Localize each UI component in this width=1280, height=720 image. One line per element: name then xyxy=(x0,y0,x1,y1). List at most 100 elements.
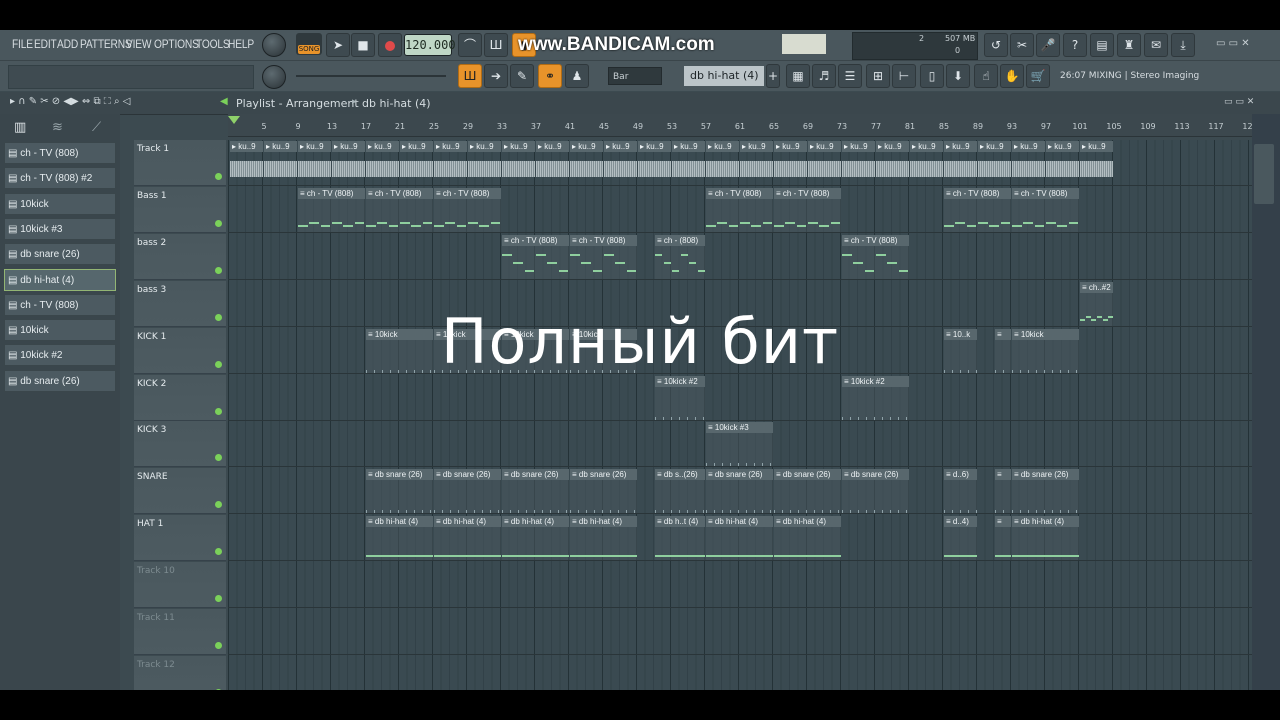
playlist-clip[interactable]: ≡ ch - TV (808) xyxy=(774,187,841,232)
undo-icon[interactable]: ↺ xyxy=(984,33,1008,57)
window-controls[interactable]: ▭ ▭ ✕ xyxy=(1216,38,1250,49)
playlist-clip[interactable]: ▸ ku..9 xyxy=(366,141,399,185)
play-button[interactable]: ➤ xyxy=(326,33,350,57)
menu-options[interactable]: OPTIONS xyxy=(154,37,199,51)
playlist-clip[interactable]: ≡ 10kick #2 xyxy=(655,375,705,420)
channel-rack-icon[interactable]: ☰ xyxy=(838,64,862,88)
playlist-clip[interactable]: ≡ db snare (26) xyxy=(1012,469,1079,514)
automation-icon[interactable]: ⟋ xyxy=(92,120,101,135)
playlist-clip[interactable]: ▸ ku..9 xyxy=(332,141,365,185)
track-mute-led[interactable] xyxy=(215,313,222,321)
playlist-clip[interactable]: ≡ 10..k xyxy=(944,328,977,373)
playlist-clip[interactable]: ≡ 10kick #3 xyxy=(706,422,773,467)
playlist-clip[interactable]: ≡ db snare (26) xyxy=(570,469,637,514)
track-mute-led[interactable] xyxy=(215,642,222,649)
pattern-selector[interactable]: db hi-hat (4) xyxy=(684,66,764,86)
master-pitch-knob[interactable] xyxy=(262,65,286,89)
playlist-clip[interactable]: ▸ ku..9 xyxy=(740,141,773,185)
playlist-clip[interactable]: ▸ ku..9 xyxy=(808,141,841,185)
playlist-clip[interactable]: ≡ ch - TV (808) xyxy=(706,187,773,232)
draw-icon[interactable]: ✎ xyxy=(510,64,534,88)
track-mute-led[interactable] xyxy=(215,688,222,690)
track-header[interactable]: bass 3 xyxy=(134,280,226,327)
playlist-clip[interactable]: ▸ ku..9 xyxy=(502,141,535,185)
vertical-scrollbar[interactable] xyxy=(1252,114,1280,690)
playlist-clip[interactable]: ≡ ch - TV (808) xyxy=(366,187,433,232)
pattern-item[interactable]: ▤ ch - TV (808) xyxy=(4,142,116,164)
track-lane[interactable] xyxy=(228,609,1252,655)
playlist-clip[interactable]: ≡ 10kick xyxy=(1012,328,1079,373)
playlist-clip[interactable]: ▸ ku..9 xyxy=(264,141,297,185)
playlist-clip[interactable]: ▸ ku..9 xyxy=(774,141,807,185)
track-header[interactable]: KICK 1 xyxy=(134,327,226,374)
master-pitch-slider[interactable] xyxy=(296,75,446,77)
track-mute-led[interactable] xyxy=(215,407,222,415)
track-mute-led[interactable] xyxy=(215,360,222,368)
track-header[interactable]: Track 11 xyxy=(134,609,226,655)
playlist-clip[interactable]: ≡ ch - TV (808) xyxy=(1012,187,1079,232)
piano-roll-icon[interactable]: ♬ xyxy=(812,64,836,88)
snap-select[interactable]: Bar xyxy=(608,67,662,85)
track-header[interactable]: Bass 1 xyxy=(134,186,226,233)
playlist-clip[interactable]: ≡ db hi-hat (4) xyxy=(366,516,433,561)
playlist-clip[interactable]: ▸ ku..9 xyxy=(434,141,467,185)
playlist-clip[interactable]: ≡ 10kick #2 xyxy=(842,375,909,420)
playlist-clip[interactable]: ≡ 10kick xyxy=(366,328,433,373)
track-header[interactable]: HAT 1 xyxy=(134,515,226,562)
pattern-item[interactable]: ▤ db hi-hat (4) xyxy=(4,268,116,291)
touch-controller-icon[interactable]: ☝ xyxy=(974,64,998,88)
track-lane[interactable] xyxy=(228,234,1252,280)
wait-input-icon[interactable]: Ш xyxy=(484,33,508,57)
link-icon[interactable]: ⚭ xyxy=(538,64,562,88)
track-header[interactable]: Track 10 xyxy=(134,562,226,609)
track-header[interactable]: Track 12 xyxy=(134,655,226,690)
pattern-item[interactable]: ▤ 10kick #3 xyxy=(4,217,116,240)
playlist-clip[interactable]: ▸ ku..9 xyxy=(706,141,739,185)
download-icon[interactable]: ⤓ xyxy=(1171,33,1195,57)
pattern-item[interactable]: ▤ db snare (26) xyxy=(4,369,116,392)
playlist-clip[interactable]: ▸ ku..9 xyxy=(944,141,977,185)
track-header[interactable]: KICK 3 xyxy=(134,421,226,468)
playlist-clip[interactable]: ≡ db hi-hat (4) xyxy=(434,516,501,561)
playlist-clip[interactable]: ≡ db hi-hat (4) xyxy=(1012,516,1079,561)
playlist-clip[interactable]: ≡ xyxy=(995,469,1011,514)
playlist-clip[interactable]: ≡ d..4) xyxy=(944,516,977,561)
playlist-clip[interactable]: ▸ ku..9 xyxy=(1046,141,1079,185)
browser-icon[interactable]: ⊢ xyxy=(892,64,916,88)
playlist-clip[interactable]: ≡ db hi-hat (4) xyxy=(570,516,637,561)
playlist-icon[interactable]: ▦ xyxy=(786,64,810,88)
help-icon[interactable]: ? xyxy=(1063,33,1087,57)
playlist-clip[interactable]: ▸ ku..9 xyxy=(910,141,943,185)
pattern-item[interactable]: ▤ 10kick xyxy=(4,319,116,342)
pattern-mode-icon[interactable]: Ш xyxy=(458,64,482,88)
track-header[interactable]: SNARE xyxy=(134,468,226,515)
track-mute-led[interactable] xyxy=(215,219,222,227)
track-lane[interactable] xyxy=(228,656,1252,690)
track-lane[interactable] xyxy=(228,375,1252,421)
track-mute-led[interactable] xyxy=(215,595,222,603)
playlist-clip[interactable]: ≡ ch - TV (808) xyxy=(298,187,365,232)
playlist-clip[interactable]: ▸ ku..9 xyxy=(570,141,603,185)
track-mute-led[interactable] xyxy=(215,454,222,462)
menu-add[interactable]: ADD xyxy=(57,37,78,51)
menu-view[interactable]: VIEW xyxy=(126,37,152,51)
pattern-item[interactable]: ▤ ch - TV (808) xyxy=(4,293,116,316)
plugin-picker-icon[interactable]: ⬇ xyxy=(946,64,970,88)
plugin-icon[interactable]: ♜ xyxy=(1117,33,1141,57)
playlist-clip[interactable]: ≡ db hi-hat (4) xyxy=(774,516,841,561)
timeline-ruler[interactable]: 5 9 13 17 21 25 29 33 37 41 45 49 53 57 61 65 69 73 77 81 85… xyxy=(228,114,1258,137)
playlist-clip[interactable]: ≡ db h..t (4) xyxy=(655,516,705,561)
playlist-clip[interactable]: ≡ db snare (26) xyxy=(434,469,501,514)
master-volume-knob[interactable] xyxy=(262,33,286,57)
playlist-clip[interactable]: ≡ ch - TV (808) xyxy=(502,234,569,279)
playlist-clip[interactable]: ≡ 10kick xyxy=(502,328,569,373)
track-header[interactable]: bass 2 xyxy=(134,233,226,280)
microphone-icon[interactable]: 🎤 xyxy=(1036,33,1060,57)
tutorial-icon[interactable]: ✋ xyxy=(1000,64,1024,88)
playlist-clip[interactable]: ≡ xyxy=(995,516,1011,561)
playlist-window-controls[interactable]: ▭ ▭ ✕ xyxy=(1224,97,1254,107)
track-header[interactable]: KICK 2 xyxy=(134,374,226,421)
metronome-icon[interactable]: ⌒ xyxy=(458,33,482,57)
next-icon[interactable]: ➔ xyxy=(484,64,508,88)
record-button[interactable] xyxy=(378,33,402,57)
